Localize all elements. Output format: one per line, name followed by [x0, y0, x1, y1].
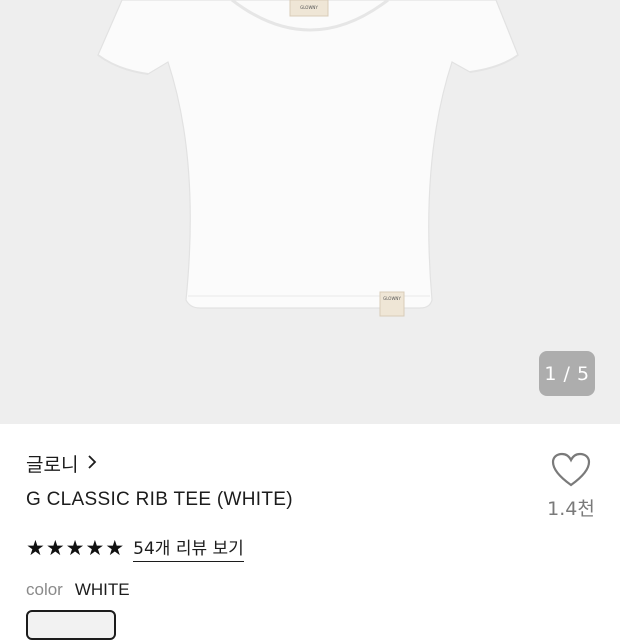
color-label: color: [26, 580, 63, 599]
star-filled-icon: ★: [45, 536, 65, 560]
product-name: G CLASSIC RIB TEE (WHITE): [26, 489, 293, 510]
product-image: GLOWNY GLOWNY: [97, 0, 519, 317]
star-filled-icon: ★: [105, 536, 125, 560]
color-swatch-white[interactable]: [26, 610, 116, 640]
star-filled-icon: ★: [85, 536, 105, 560]
chevron-right-icon: [87, 453, 97, 475]
color-row: color WHITE: [26, 580, 130, 600]
image-pager: 1 / 5: [539, 351, 595, 396]
star-filled-icon: ★: [65, 536, 85, 560]
review-link[interactable]: 54개 리뷰 보기: [133, 534, 244, 562]
rating-row: ★ ★ ★ ★ ★ 54개 리뷰 보기: [26, 534, 244, 562]
like-count: 1.4천: [547, 498, 595, 520]
product-info: 글로니 G CLASSIC RIB TEE (WHITE) 1.4천 ★ ★ ★…: [0, 424, 620, 640]
product-image-gallery[interactable]: GLOWNY GLOWNY 1 / 5: [0, 0, 620, 424]
neck-label-text: GLOWNY: [300, 5, 318, 10]
rating-stars: ★ ★ ★ ★ ★: [26, 537, 125, 559]
brand-link[interactable]: 글로니: [26, 450, 97, 477]
color-value: WHITE: [74, 580, 130, 599]
heart-outline-icon: [551, 452, 591, 492]
hem-label-text: GLOWNY: [383, 296, 401, 301]
brand-name: 글로니: [26, 454, 79, 476]
star-filled-icon: ★: [26, 536, 45, 560]
like-button[interactable]: 1.4천: [540, 452, 602, 521]
